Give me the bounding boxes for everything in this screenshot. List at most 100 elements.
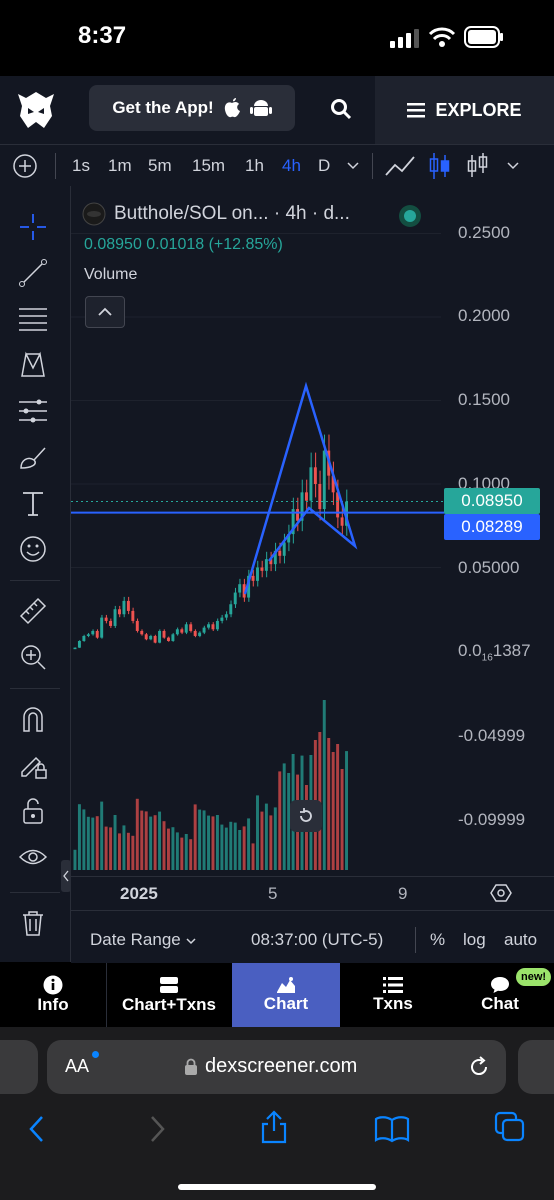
tabs-icon[interactable]	[494, 1111, 526, 1143]
unlock-icon[interactable]	[16, 794, 50, 828]
nav-txns[interactable]: Txns	[340, 963, 446, 1027]
volume-bar	[153, 815, 157, 870]
wifi-icon	[428, 27, 456, 47]
chart-type-chevron-icon[interactable]	[506, 161, 520, 171]
volume-bar	[340, 769, 344, 870]
zoom-in-icon[interactable]	[16, 640, 50, 674]
trend-line-tool-icon[interactable]	[16, 256, 50, 290]
auto-toggle[interactable]: auto	[504, 930, 537, 950]
new-badge: new!	[516, 968, 552, 986]
bottom-nav: Info Chart+Txns Chart Txns Chat new!	[0, 963, 554, 1027]
percent-toggle[interactable]: %	[430, 930, 445, 950]
text-size-button[interactable]: AA	[65, 1056, 89, 1077]
collapse-legend-button[interactable]	[85, 296, 125, 328]
emoji-tool-icon[interactable]	[16, 532, 50, 566]
explore-label: EXPLORE	[435, 99, 522, 120]
candle-body	[322, 450, 326, 510]
timeframe-15m[interactable]: 15m	[192, 156, 225, 176]
visibility-icon[interactable]	[16, 840, 50, 874]
crosshair-tool-icon[interactable]	[16, 210, 50, 244]
reload-icon[interactable]	[467, 1055, 491, 1079]
split-view-icon	[160, 977, 178, 993]
forward-icon[interactable]	[146, 1114, 168, 1144]
chevron-down-icon[interactable]	[346, 161, 360, 171]
notification-dot	[92, 1051, 99, 1058]
fib-tool-icon[interactable]	[16, 302, 50, 336]
nav-label: Chart	[263, 994, 309, 1013]
apple-icon	[224, 98, 240, 118]
timeframe-1m[interactable]: 1m	[108, 156, 132, 176]
candle-body	[184, 624, 188, 633]
nav-info[interactable]: Info	[0, 963, 106, 1027]
candle-body	[122, 600, 126, 615]
bars-icon[interactable]	[466, 151, 490, 181]
timeframe-5m[interactable]: 5m	[148, 156, 172, 176]
nav-chart-txns[interactable]: Chart+Txns	[107, 963, 231, 1027]
next-tab-peek[interactable]	[518, 1040, 554, 1094]
volume-bar	[118, 833, 121, 870]
log-toggle[interactable]: log	[463, 930, 486, 950]
pattern-tool-icon[interactable]	[16, 348, 50, 382]
volume-bar	[100, 801, 104, 870]
chart-bottom-bar: Date Range 08:37:00 (UTC-5) % log auto	[71, 910, 554, 964]
price-tick-zero: 0.0161387	[458, 641, 531, 663]
address-bar[interactable]: AA dexscreener.com	[47, 1040, 506, 1094]
trash-icon[interactable]	[16, 906, 50, 940]
timeframe-1h[interactable]: 1h	[245, 156, 264, 176]
magnet-icon[interactable]	[16, 702, 50, 736]
menu-icon	[407, 103, 426, 118]
candle-body	[158, 630, 162, 643]
share-icon[interactable]	[259, 1109, 289, 1145]
volume-label: Volume	[84, 266, 138, 283]
candle-body	[175, 629, 179, 635]
candle-body	[260, 567, 264, 571]
prediction-tool-icon[interactable]	[16, 394, 50, 428]
chart-settings-icon[interactable]	[490, 882, 512, 904]
pattern-drawing	[243, 381, 358, 595]
brush-tool-icon[interactable]	[16, 440, 50, 474]
volume-bar	[140, 810, 144, 870]
volume-bar	[162, 821, 166, 870]
url-text[interactable]: dexscreener.com	[205, 1055, 357, 1078]
volume-bar	[242, 826, 246, 870]
volume-bar	[171, 827, 175, 870]
collapse-toolbar-handle[interactable]	[61, 860, 71, 892]
candle-body	[140, 630, 144, 635]
volume-bar	[135, 798, 139, 870]
text-tool-icon[interactable]	[16, 486, 50, 520]
volume-bar	[247, 818, 251, 870]
volume-bar	[322, 700, 326, 870]
explore-button[interactable]: EXPLORE	[375, 76, 554, 144]
candle-body	[256, 567, 259, 581]
chart-title[interactable]: Butthole/SOL on... · 4h · d...	[114, 203, 350, 225]
candles-icon[interactable]	[428, 151, 452, 181]
add-indicator-icon[interactable]	[12, 153, 38, 179]
date-range-button[interactable]: Date Range	[90, 930, 197, 950]
volume-bar	[215, 815, 219, 870]
candle-body	[86, 634, 90, 636]
logo-icon[interactable]	[16, 90, 56, 132]
bookmarks-icon[interactable]	[374, 1115, 410, 1143]
back-icon[interactable]	[26, 1114, 48, 1144]
get-app-button[interactable]: Get the App!	[89, 85, 295, 131]
volume-bar	[77, 804, 81, 870]
candle-body	[171, 634, 175, 641]
zero-label-b: 1387	[492, 641, 531, 660]
timeframe-1s[interactable]: 1s	[72, 156, 90, 176]
timeframe-4h[interactable]: 4h	[282, 156, 301, 176]
line-chart-icon[interactable]	[384, 153, 416, 179]
nav-chart[interactable]: Chart	[232, 963, 340, 1027]
lock-drawing-icon[interactable]	[16, 748, 50, 782]
candle-body	[162, 630, 166, 638]
timeframe-d[interactable]: D	[318, 156, 330, 176]
time-tick: 5	[268, 884, 278, 903]
volume-bar	[282, 763, 286, 870]
candle-body	[109, 620, 113, 626]
search-icon[interactable]	[330, 98, 352, 120]
previous-tab-peek[interactable]	[0, 1040, 38, 1094]
nav-label: Chart+Txns	[122, 995, 216, 1014]
volume-bar	[336, 744, 340, 870]
candle-body	[135, 620, 139, 631]
ruler-tool-icon[interactable]	[16, 594, 50, 628]
reset-chart-button[interactable]	[290, 800, 322, 832]
